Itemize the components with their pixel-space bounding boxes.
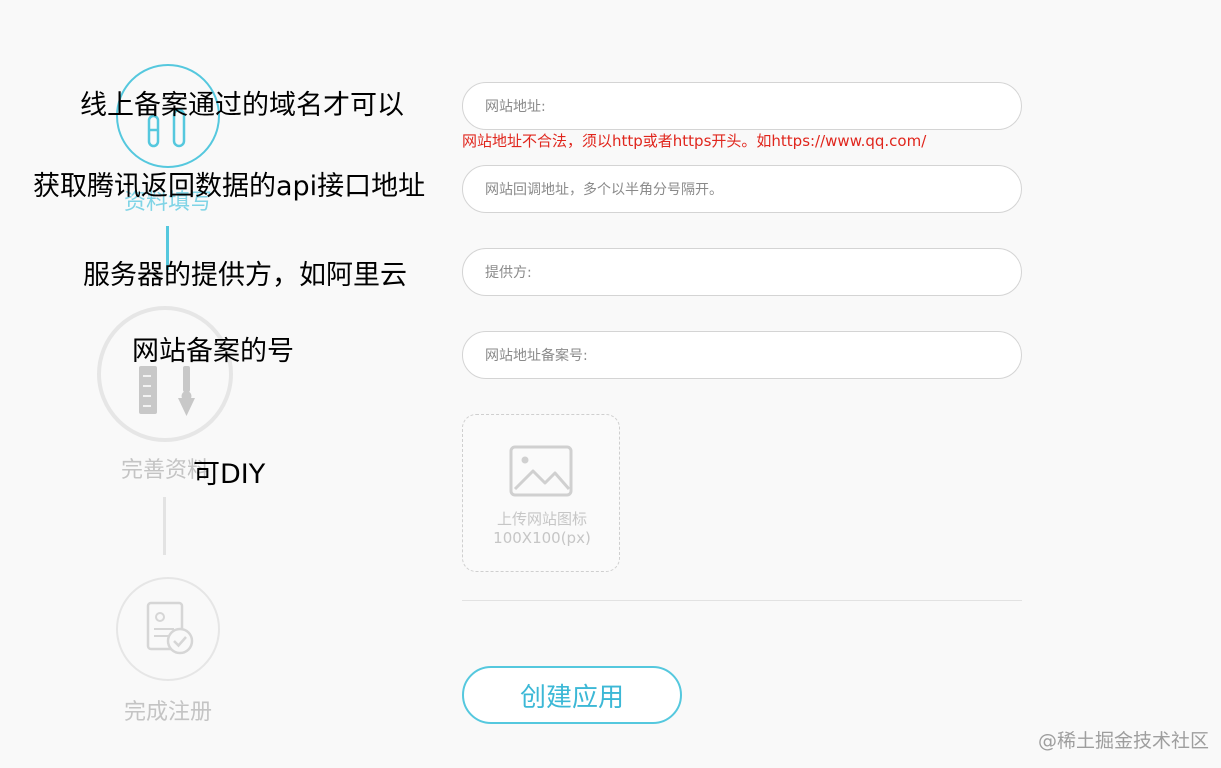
document-check-icon <box>146 601 194 655</box>
annotation-record: 网站备案的号 <box>132 336 294 367</box>
provider-placeholder: 提供方: <box>485 265 532 281</box>
annotation-domain: 线上备案通过的域名才可以 <box>80 90 404 121</box>
callback-url-placeholder: 网站回调地址，多个以半角分号隔开。 <box>485 182 723 198</box>
annotation-icon: 可DIY <box>193 459 266 490</box>
site-url-input[interactable]: 网站地址: <box>462 82 1022 130</box>
record-number-input[interactable]: 网站地址备案号: <box>462 331 1022 379</box>
provider-input[interactable]: 提供方: <box>462 248 1022 296</box>
step-3-label: 完成注册 <box>123 700 212 725</box>
site-url-error: 网站地址不合法，须以http或者https开头。如https://www.qq.… <box>462 132 927 150</box>
step-3-circle <box>116 577 220 681</box>
watermark: @稀土掘金技术社区 <box>1038 730 1210 752</box>
icon-upload-box[interactable]: 上传网站图标 100X100(px) <box>462 414 620 572</box>
annotation-provider: 服务器的提供方，如阿里云 <box>83 260 407 291</box>
create-app-button[interactable]: 创建应用 <box>462 666 682 724</box>
image-placeholder-icon <box>509 445 573 497</box>
upload-label: 上传网站图标 <box>496 510 587 528</box>
callback-url-input[interactable]: 网站回调地址，多个以半角分号隔开。 <box>462 165 1022 213</box>
annotation-callback: 获取腾讯返回数据的api接口地址 <box>33 171 426 202</box>
upload-size-hint: 100X100(px) <box>493 529 591 547</box>
step-2-circle <box>97 306 233 442</box>
record-number-placeholder: 网站地址备案号: <box>485 348 588 364</box>
step-connector-2 <box>163 497 166 555</box>
form-divider <box>462 600 1022 601</box>
site-url-placeholder: 网站地址: <box>485 99 546 115</box>
ruler-pen-icon <box>139 366 195 416</box>
